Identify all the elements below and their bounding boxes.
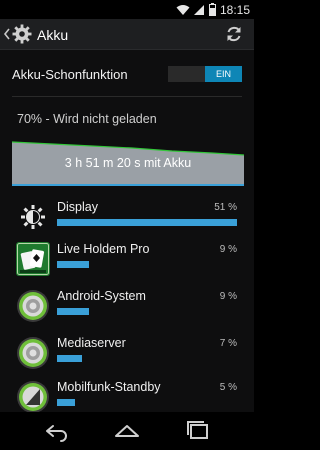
poker-app-icon: [16, 242, 50, 276]
status-bar: 18:15: [0, 0, 254, 19]
list-item[interactable]: Live Holdem Pro 9 %: [0, 236, 254, 284]
list-item[interactable]: Mediaserver 7 %: [0, 330, 254, 378]
app-percent: 9 %: [219, 244, 237, 255]
android-system-icon: [17, 337, 49, 369]
app-name: Mediaserver: [57, 336, 126, 350]
battery-content: Akku-Schonfunktion EIN 70% - Wird nicht …: [0, 50, 254, 412]
app-name: Display: [57, 200, 98, 214]
refresh-icon[interactable]: [224, 24, 244, 44]
app-percent: 9 %: [219, 291, 237, 302]
battery-saver-toggle[interactable]: EIN: [168, 66, 242, 82]
home-icon[interactable]: [113, 420, 141, 442]
action-bar: Akku: [0, 19, 254, 50]
android-system-icon: [17, 290, 49, 322]
brightness-icon: [21, 205, 45, 229]
usage-bar: [57, 355, 82, 362]
battery-saver-row[interactable]: Akku-Schonfunktion EIN: [0, 60, 254, 90]
usage-bar: [57, 261, 89, 268]
status-icons: 18:15: [176, 2, 250, 17]
app-name: Live Holdem Pro: [57, 242, 150, 256]
graph-baseline: [12, 184, 244, 186]
list-item[interactable]: Display 51 %: [0, 194, 254, 242]
up-caret-icon[interactable]: [3, 27, 11, 41]
app-percent: 7 %: [219, 338, 237, 349]
list-item[interactable]: Android-System 9 %: [0, 283, 254, 331]
list-item[interactable]: Mobilfunk-Standby 5 %: [0, 374, 254, 412]
app-percent: 5 %: [219, 382, 237, 393]
usage-bar: [57, 308, 89, 315]
recents-icon[interactable]: [184, 420, 212, 442]
signal-icon: [193, 4, 204, 15]
page-title: Akku: [37, 27, 69, 43]
divider: [12, 96, 242, 97]
app-name: Android-System: [57, 289, 146, 303]
status-time: 18:15: [219, 2, 250, 17]
battery-icon: [208, 3, 216, 16]
battery-saver-label: Akku-Schonfunktion: [12, 67, 128, 82]
charge-status: 70% - Wird nicht geladen: [17, 112, 157, 126]
toggle-on-label: EIN: [205, 66, 242, 82]
graph-label: 3 h 51 m 20 s mit Akku: [64, 156, 192, 170]
wifi-icon: [176, 4, 190, 15]
usage-bar: [57, 219, 237, 226]
back-icon[interactable]: [42, 420, 70, 442]
usage-bar: [57, 399, 75, 406]
app-percent: 51 %: [214, 202, 237, 213]
cell-standby-icon: [17, 381, 49, 412]
navigation-bar: [0, 412, 254, 450]
app-name: Mobilfunk-Standby: [57, 380, 161, 394]
settings-gear-icon[interactable]: [12, 24, 32, 44]
